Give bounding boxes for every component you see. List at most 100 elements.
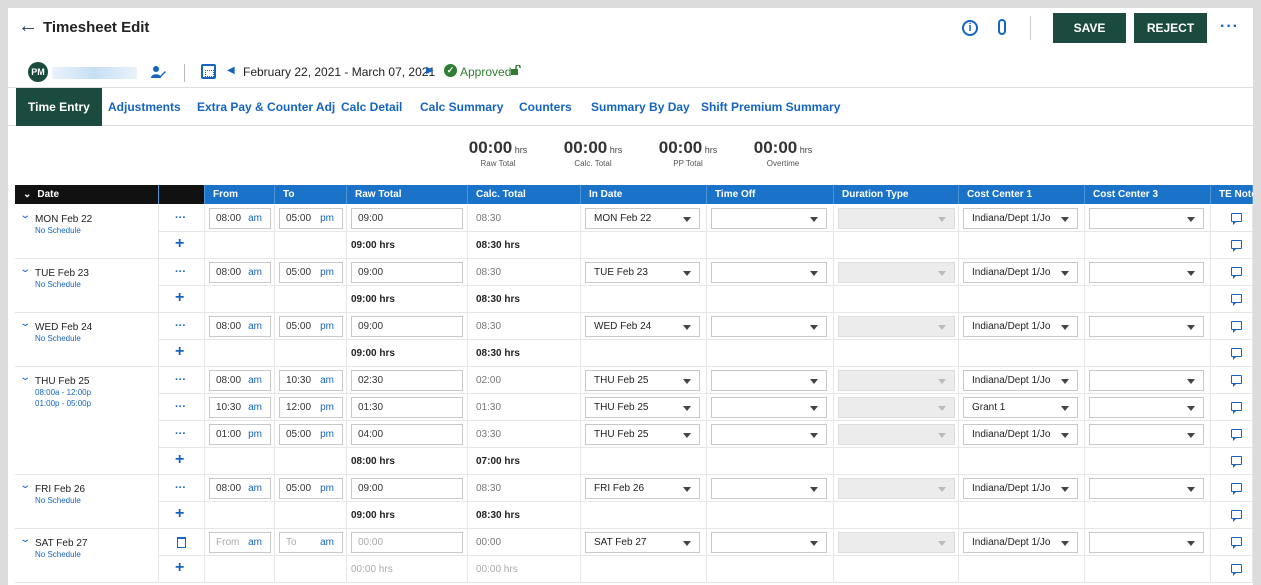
cost-center-3-select[interactable] xyxy=(1089,397,1204,418)
note-icon[interactable] xyxy=(1231,267,1242,279)
from-ampm-toggle[interactable]: pm xyxy=(248,425,262,444)
in-date-select[interactable]: THU Feb 25 xyxy=(585,424,700,445)
from-ampm-toggle[interactable]: am xyxy=(248,398,262,417)
cost-center-3-select[interactable] xyxy=(1089,424,1204,445)
from-time-input[interactable]: From am xyxy=(209,532,271,553)
arrow-left-icon[interactable]: ← xyxy=(18,16,38,36)
calendar-icon[interactable] xyxy=(201,64,216,79)
note-icon[interactable] xyxy=(1231,321,1242,333)
in-date-select[interactable]: SAT Feb 27 xyxy=(585,532,700,553)
chevron-down-icon[interactable]: ⌄ xyxy=(19,534,31,545)
add-entry-icon[interactable]: + xyxy=(175,559,184,577)
to-time-input[interactable]: 12:00 pm xyxy=(279,397,343,418)
day-label[interactable]: ⌄ WED Feb 24 No Schedule xyxy=(15,313,159,367)
cost-center-1-select[interactable]: Indiana/Dept 1/Jo xyxy=(963,532,1078,553)
raw-total-input[interactable]: 09:00 xyxy=(351,262,463,283)
note-icon[interactable] xyxy=(1231,375,1242,387)
cost-center-1-select[interactable]: Indiana/Dept 1/Jo xyxy=(963,208,1078,229)
note-icon[interactable] xyxy=(1231,456,1242,468)
chevron-down-icon[interactable]: ⌄ xyxy=(19,372,31,383)
to-time-input[interactable]: 05:00 pm xyxy=(279,316,343,337)
cost-center-1-select[interactable]: Indiana/Dept 1/Jo xyxy=(963,478,1078,499)
previous-period-icon[interactable]: ◀ xyxy=(227,65,235,76)
note-icon[interactable] xyxy=(1231,483,1242,495)
cost-center-3-select[interactable] xyxy=(1089,532,1204,553)
from-time-input[interactable]: 08:00 am xyxy=(209,208,271,229)
to-time-input[interactable]: 10:30 am xyxy=(279,370,343,391)
time-off-select[interactable] xyxy=(711,397,827,418)
note-icon[interactable] xyxy=(1231,510,1242,522)
from-ampm-toggle[interactable]: am xyxy=(248,479,262,498)
tab-time-entry[interactable]: Time Entry xyxy=(16,88,102,126)
raw-total-input[interactable]: 01:30 xyxy=(351,397,463,418)
to-ampm-toggle[interactable]: pm xyxy=(320,479,334,498)
chevron-down-icon[interactable]: ⌄ xyxy=(23,189,31,200)
in-date-select[interactable]: WED Feb 24 xyxy=(585,316,700,337)
tab-calc-summary[interactable]: Calc Summary xyxy=(420,88,503,126)
tab-counters[interactable]: Counters xyxy=(519,88,572,126)
row-options-icon[interactable]: ··· xyxy=(175,266,186,278)
raw-total-input[interactable]: 09:00 xyxy=(351,478,463,499)
day-label[interactable]: ⌄ SAT Feb 27 No Schedule xyxy=(15,529,159,583)
raw-total-input[interactable]: 02:30 xyxy=(351,370,463,391)
cost-center-1-select[interactable]: Indiana/Dept 1/Jo xyxy=(963,262,1078,283)
to-time-input[interactable]: 05:00 pm xyxy=(279,208,343,229)
from-time-input[interactable]: 08:00 am xyxy=(209,478,271,499)
cost-center-1-select[interactable]: Grant 1 xyxy=(963,397,1078,418)
to-ampm-toggle[interactable]: pm xyxy=(320,425,334,444)
cost-center-3-select[interactable] xyxy=(1089,262,1204,283)
time-off-select[interactable] xyxy=(711,208,827,229)
from-ampm-toggle[interactable]: am xyxy=(248,371,262,390)
info-icon[interactable]: i xyxy=(962,20,978,36)
to-time-input[interactable]: 05:00 pm xyxy=(279,478,343,499)
from-ampm-toggle[interactable]: am xyxy=(248,533,262,552)
time-off-select[interactable] xyxy=(711,478,827,499)
time-off-select[interactable] xyxy=(711,370,827,391)
note-icon[interactable] xyxy=(1231,240,1242,252)
from-ampm-toggle[interactable]: am xyxy=(248,317,262,336)
to-time-input[interactable]: 05:00 pm xyxy=(279,262,343,283)
to-ampm-toggle[interactable]: am xyxy=(320,371,334,390)
note-icon[interactable] xyxy=(1231,564,1242,576)
from-time-input[interactable]: 01:00 pm xyxy=(209,424,271,445)
in-date-select[interactable]: MON Feb 22 xyxy=(585,208,700,229)
add-entry-icon[interactable]: + xyxy=(175,505,184,523)
chevron-down-icon[interactable]: ⌄ xyxy=(19,210,31,221)
from-time-input[interactable]: 08:00 am xyxy=(209,316,271,337)
in-date-select[interactable]: THU Feb 25 xyxy=(585,370,700,391)
cost-center-3-select[interactable] xyxy=(1089,370,1204,391)
next-period-icon[interactable]: ▶ xyxy=(426,65,434,76)
tab-summary-by-day[interactable]: Summary By Day xyxy=(591,88,690,126)
paperclip-icon[interactable] xyxy=(998,19,1006,35)
chevron-down-icon[interactable]: ⌄ xyxy=(19,264,31,275)
cost-center-3-select[interactable] xyxy=(1089,208,1204,229)
user-edit-icon[interactable] xyxy=(150,64,166,80)
note-icon[interactable] xyxy=(1231,537,1242,549)
from-ampm-toggle[interactable]: am xyxy=(248,209,262,228)
in-date-select[interactable]: TUE Feb 23 xyxy=(585,262,700,283)
save-button[interactable]: SAVE xyxy=(1053,13,1126,43)
day-label[interactable]: ⌄ MON Feb 22 No Schedule xyxy=(15,205,159,259)
to-ampm-toggle[interactable]: pm xyxy=(320,209,334,228)
tab-calc-detail[interactable]: Calc Detail xyxy=(341,88,402,126)
row-options-icon[interactable]: ··· xyxy=(175,320,186,332)
day-label[interactable]: ⌄ FRI Feb 26 No Schedule xyxy=(15,475,159,529)
unlock-icon[interactable] xyxy=(511,65,521,75)
day-label[interactable]: ⌄ TUE Feb 23 No Schedule xyxy=(15,259,159,313)
chevron-down-icon[interactable]: ⌄ xyxy=(19,318,31,329)
cost-center-3-select[interactable] xyxy=(1089,316,1204,337)
tab-shift-premium-summary[interactable]: Shift Premium Summary xyxy=(701,88,840,126)
to-time-input[interactable]: 05:00 pm xyxy=(279,424,343,445)
row-options-icon[interactable]: ··· xyxy=(175,428,186,440)
add-entry-icon[interactable]: + xyxy=(175,235,184,253)
row-options-icon[interactable]: ··· xyxy=(175,212,186,224)
cost-center-1-select[interactable]: Indiana/Dept 1/Jo xyxy=(963,424,1078,445)
chevron-down-icon[interactable]: ⌄ xyxy=(19,480,31,491)
reject-button[interactable]: REJECT xyxy=(1134,13,1207,43)
note-icon[interactable] xyxy=(1231,213,1242,225)
time-off-select[interactable] xyxy=(711,262,827,283)
to-ampm-toggle[interactable]: pm xyxy=(320,263,334,282)
raw-total-input[interactable]: 00:00 xyxy=(351,532,463,553)
in-date-select[interactable]: FRI Feb 26 xyxy=(585,478,700,499)
day-label[interactable]: ⌄ THU Feb 25 08:00a - 12:00p 01:00p - 05:00… xyxy=(15,367,159,475)
